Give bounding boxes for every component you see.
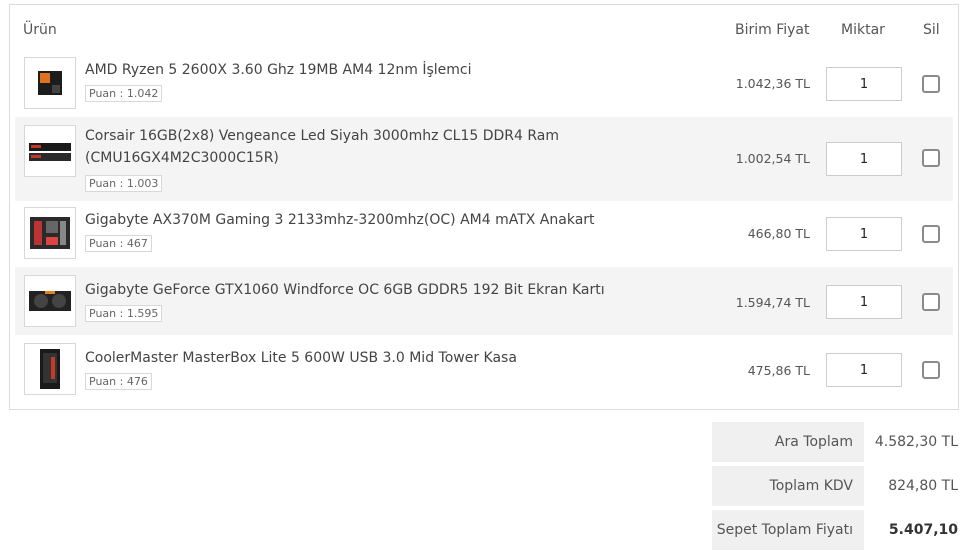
graphics-card-icon [29, 291, 71, 311]
puan-badge: Puan : 467 [85, 235, 152, 252]
motherboard-icon [30, 217, 70, 249]
product-image[interactable] [24, 57, 76, 109]
quantity-input[interactable] [826, 67, 902, 101]
unit-price: 1.594,74 TL [735, 295, 810, 310]
cpu-box-icon [38, 71, 62, 95]
grand-total-value: 5.407,10 TL [888, 522, 958, 538]
delete-checkbox[interactable] [922, 149, 940, 167]
product-name[interactable]: AMD Ryzen 5 2600X 3.60 Ghz 19MB AM4 12nm… [85, 59, 605, 81]
delete-checkbox[interactable] [922, 225, 940, 243]
grand-total-label: Sepet Toplam Fiyatı [712, 510, 864, 550]
header-quantity: Miktar [841, 22, 885, 38]
unit-price: 1.042,36 TL [735, 76, 810, 91]
delete-checkbox[interactable] [922, 361, 940, 379]
pc-case-icon [40, 349, 60, 389]
delete-checkbox[interactable] [922, 293, 940, 311]
product-name[interactable]: Corsair 16GB(2x8) Vengeance Led Siyah 30… [85, 125, 605, 169]
unit-price: 1.002,54 TL [735, 151, 810, 166]
cart-row: Gigabyte AX370M Gaming 3 2133mhz-3200mhz… [15, 201, 953, 267]
unit-price: 475,86 TL [747, 363, 810, 378]
cart-row: AMD Ryzen 5 2600X 3.60 Ghz 19MB AM4 12nm… [15, 51, 953, 117]
product-name[interactable]: Gigabyte AX370M Gaming 3 2133mhz-3200mhz… [85, 209, 605, 231]
subtotal-value: 4.582,30 TL [874, 434, 958, 450]
vat-label: Toplam KDV [712, 466, 864, 506]
subtotal-label: Ara Toplam [712, 422, 864, 462]
header-unit-price: Birim Fiyat [735, 22, 810, 38]
product-image[interactable] [24, 343, 76, 395]
quantity-input[interactable] [826, 353, 902, 387]
delete-checkbox[interactable] [922, 75, 940, 93]
cart-row: CoolerMaster MasterBox Lite 5 600W USB 3… [15, 335, 953, 403]
product-name[interactable]: Gigabyte GeForce GTX1060 Windforce OC 6G… [85, 279, 605, 301]
cart-row: Gigabyte GeForce GTX1060 Windforce OC 6G… [15, 267, 953, 335]
puan-badge: Puan : 476 [85, 373, 152, 390]
ram-icon [29, 143, 71, 161]
cart-row: Corsair 16GB(2x8) Vengeance Led Siyah 30… [15, 117, 953, 201]
puan-badge: Puan : 1.595 [85, 305, 163, 322]
vat-value: 824,80 TL [888, 478, 958, 494]
unit-price: 466,80 TL [747, 226, 810, 241]
quantity-input[interactable] [826, 285, 902, 319]
product-image[interactable] [24, 275, 76, 327]
product-image[interactable] [24, 207, 76, 259]
product-name[interactable]: CoolerMaster MasterBox Lite 5 600W USB 3… [85, 347, 605, 369]
cart-table: Ürün Birim Fiyat Miktar Sil AMD Ryzen 5 … [9, 4, 959, 410]
quantity-input[interactable] [826, 142, 902, 176]
header-product: Ürün [23, 22, 57, 38]
puan-badge: Puan : 1.042 [85, 85, 163, 102]
header-delete: Sil [923, 22, 940, 38]
puan-badge: Puan : 1.003 [85, 175, 163, 192]
product-image[interactable] [24, 125, 76, 177]
quantity-input[interactable] [826, 217, 902, 251]
